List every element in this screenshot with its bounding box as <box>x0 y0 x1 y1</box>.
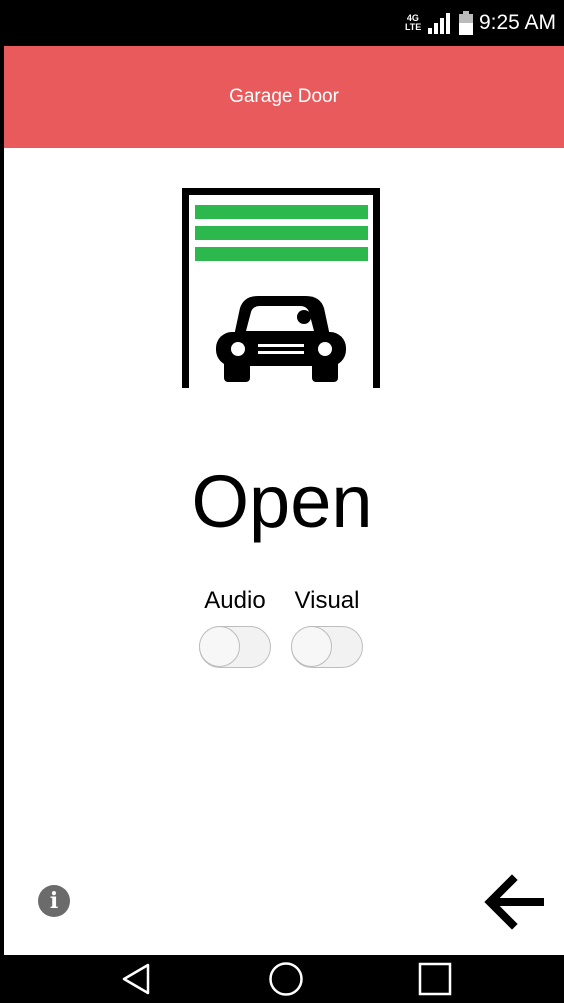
page-title: Garage Door <box>229 86 339 107</box>
status-icons: 4G LTE 9:25 AM <box>405 0 556 46</box>
audio-toggle-group: Audio <box>190 586 280 668</box>
audio-toggle[interactable] <box>199 626 271 668</box>
door-state-label: Open <box>191 460 373 543</box>
nav-recents-button[interactable] <box>405 955 465 1003</box>
audio-toggle-knob <box>199 626 240 667</box>
garage-car-icon <box>182 188 380 388</box>
triangle-back-icon <box>122 963 150 995</box>
audio-label: Audio <box>204 587 266 614</box>
signal-icon <box>427 13 450 34</box>
status-bar: 4G LTE 9:25 AM <box>0 0 564 46</box>
visual-toggle-knob <box>291 626 332 667</box>
info-icon[interactable]: i <box>38 885 70 917</box>
square-recents-icon <box>418 962 452 996</box>
clock: 9:25 AM <box>478 11 556 34</box>
visual-toggle[interactable] <box>291 626 363 668</box>
app-header: Garage Door <box>4 46 564 148</box>
battery-icon <box>458 11 473 35</box>
arrow-left-icon[interactable] <box>482 874 546 930</box>
network-type-icon: 4G LTE <box>405 14 421 32</box>
nav-home-button[interactable] <box>256 955 316 1003</box>
visual-toggle-group: Visual <box>282 586 372 668</box>
nav-back-button[interactable] <box>106 955 166 1003</box>
app-screen: 4G LTE 9:25 AM Garage Door Open Audio Vi… <box>0 0 564 1003</box>
network-lte: LTE <box>404 22 422 32</box>
circle-home-icon <box>269 962 303 996</box>
visual-label: Visual <box>294 587 360 614</box>
system-nav-bar <box>0 955 564 1003</box>
